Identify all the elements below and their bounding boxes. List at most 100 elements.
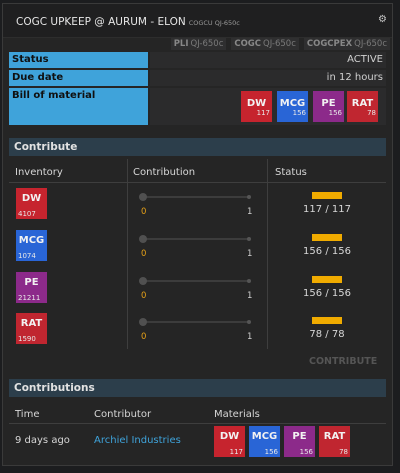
material-badge-dw[interactable]: DW 117 xyxy=(214,426,245,457)
inventory-amount: 4107 xyxy=(18,210,36,218)
slider-min: 0 xyxy=(141,291,147,301)
progress-bar xyxy=(312,276,342,283)
status-value: ACTIVE xyxy=(150,52,386,68)
contributor-link[interactable]: Archiel Industries xyxy=(94,435,181,446)
contribute-button[interactable]: CONTRIBUTE xyxy=(309,356,377,367)
material-amount: 156 xyxy=(292,109,306,117)
material-badge-pe[interactable]: PE 156 xyxy=(313,91,344,122)
ticker-links: PLI QJ-650c COGC QJ-650c COGCPEX QJ-650c xyxy=(169,38,390,50)
bom-label: Bill of material xyxy=(9,88,148,125)
material-ticker: PE xyxy=(24,277,39,288)
ticker-target: QJ-650c xyxy=(190,39,224,49)
slider-handle[interactable] xyxy=(139,277,147,285)
ticker-target: QJ-650c xyxy=(354,39,387,49)
window-title-text: COGC UPKEEP @ AURUM - ELON xyxy=(16,16,186,28)
divider xyxy=(267,159,268,349)
material-ticker: RAT xyxy=(20,318,43,329)
divider xyxy=(9,182,386,183)
material-ticker: DW xyxy=(219,431,240,442)
due-date-label: Due date xyxy=(9,70,148,86)
progress-bar xyxy=(312,317,342,324)
ticker-code: COGCPEX xyxy=(306,39,353,49)
contribution-slider[interactable] xyxy=(142,321,248,323)
ticker-link-pli[interactable]: PLI QJ-650c xyxy=(170,38,227,50)
inventory-badge-dw[interactable]: DW 4107 xyxy=(16,188,47,219)
divider xyxy=(9,423,386,424)
material-amount: 117 xyxy=(256,109,270,117)
contributions-section-header: Contributions xyxy=(9,379,386,397)
material-amount: 156 xyxy=(264,448,278,456)
cogc-upkeep-window: COGC UPKEEP @ AURUM - ELON COGCU QJ-650c … xyxy=(2,3,393,466)
inventory-badge-mcg[interactable]: MCG 1074 xyxy=(16,230,47,261)
material-badge-rat[interactable]: RAT 78 xyxy=(347,91,378,122)
progress-bar xyxy=(312,234,342,241)
slider-min: 0 xyxy=(141,249,147,259)
slider-max-dot xyxy=(247,320,251,324)
bom-value: DW 117 MCG 156 PE 156 RAT 78 xyxy=(150,88,386,125)
slider-max: 1 xyxy=(247,249,253,259)
material-badge-mcg[interactable]: MCG 156 xyxy=(277,91,308,122)
gear-icon[interactable]: ⚙ xyxy=(378,14,387,25)
material-badge-dw[interactable]: DW 117 xyxy=(241,91,272,122)
status-text: 117 / 117 xyxy=(303,204,351,215)
slider-max: 1 xyxy=(247,332,253,342)
slider-max-dot xyxy=(247,195,251,199)
material-ticker: DW xyxy=(21,193,42,204)
material-ticker: MCG xyxy=(18,235,45,246)
inventory-amount: 21211 xyxy=(18,294,41,302)
slider-min: 0 xyxy=(141,332,147,342)
material-ticker: PE xyxy=(292,431,307,442)
material-badge-mcg[interactable]: MCG 156 xyxy=(249,426,280,457)
ticker-target: QJ-650c xyxy=(263,39,296,49)
window-title: COGC UPKEEP @ AURUM - ELON COGCU QJ-650c xyxy=(16,16,240,28)
inventory-amount: 1074 xyxy=(18,252,36,260)
progress-bar xyxy=(312,192,342,199)
contribution-slider[interactable] xyxy=(142,238,248,240)
material-amount: 78 xyxy=(367,109,376,117)
contribute-section-header: Contribute xyxy=(9,138,386,156)
window-titlebar[interactable]: COGC UPKEEP @ AURUM - ELON COGCU QJ-650c … xyxy=(3,4,392,38)
material-amount: 78 xyxy=(339,448,348,456)
slider-max-dot xyxy=(247,279,251,283)
status-text: 78 / 78 xyxy=(309,329,345,340)
slider-handle[interactable] xyxy=(139,318,147,326)
inventory-amount: 1590 xyxy=(18,335,36,343)
status-text: 156 / 156 xyxy=(303,246,351,257)
bom-row: Bill of material DW 117 MCG 156 PE 156 RAT 7… xyxy=(9,88,386,125)
material-amount: 156 xyxy=(299,448,313,456)
material-amount: 117 xyxy=(229,448,243,456)
material-badge-rat[interactable]: RAT 78 xyxy=(319,426,350,457)
window-subtitle: COGCU QJ-650c xyxy=(188,19,240,27)
slider-max: 1 xyxy=(247,291,253,301)
material-ticker: RAT xyxy=(323,431,346,442)
contribution-slider[interactable] xyxy=(142,196,248,198)
col-inventory: Inventory xyxy=(15,167,63,178)
ticker-link-cogcpex[interactable]: COGCPEX QJ-650c xyxy=(303,38,390,50)
divider xyxy=(127,159,128,349)
material-ticker: MCG xyxy=(251,431,278,442)
material-amount: 156 xyxy=(328,109,342,117)
contribution-slider[interactable] xyxy=(142,280,248,282)
col-time: Time xyxy=(15,409,40,420)
slider-max-dot xyxy=(247,237,251,241)
status-text: 156 / 156 xyxy=(303,288,351,299)
status-row: Status ACTIVE xyxy=(9,52,386,68)
slider-handle[interactable] xyxy=(139,193,147,201)
status-label: Status xyxy=(9,52,148,68)
slider-max: 1 xyxy=(247,207,253,217)
contribution-time: 9 days ago xyxy=(15,435,70,446)
col-status: Status xyxy=(275,167,307,178)
ticker-code: COGC xyxy=(234,39,262,49)
col-contributor: Contributor xyxy=(94,409,152,420)
due-date-value: in 12 hours xyxy=(150,70,386,86)
inventory-badge-rat[interactable]: RAT 1590 xyxy=(16,313,47,344)
slider-handle[interactable] xyxy=(139,235,147,243)
col-materials: Materials xyxy=(214,409,260,420)
col-contribution: Contribution xyxy=(133,167,196,178)
material-badge-pe[interactable]: PE 156 xyxy=(284,426,315,457)
inventory-badge-pe[interactable]: PE 21211 xyxy=(16,272,47,303)
due-date-row: Due date in 12 hours xyxy=(9,70,386,86)
ticker-code: PLI xyxy=(173,39,189,49)
slider-min: 0 xyxy=(141,207,147,217)
ticker-link-cogc[interactable]: COGC QJ-650c xyxy=(231,38,299,50)
